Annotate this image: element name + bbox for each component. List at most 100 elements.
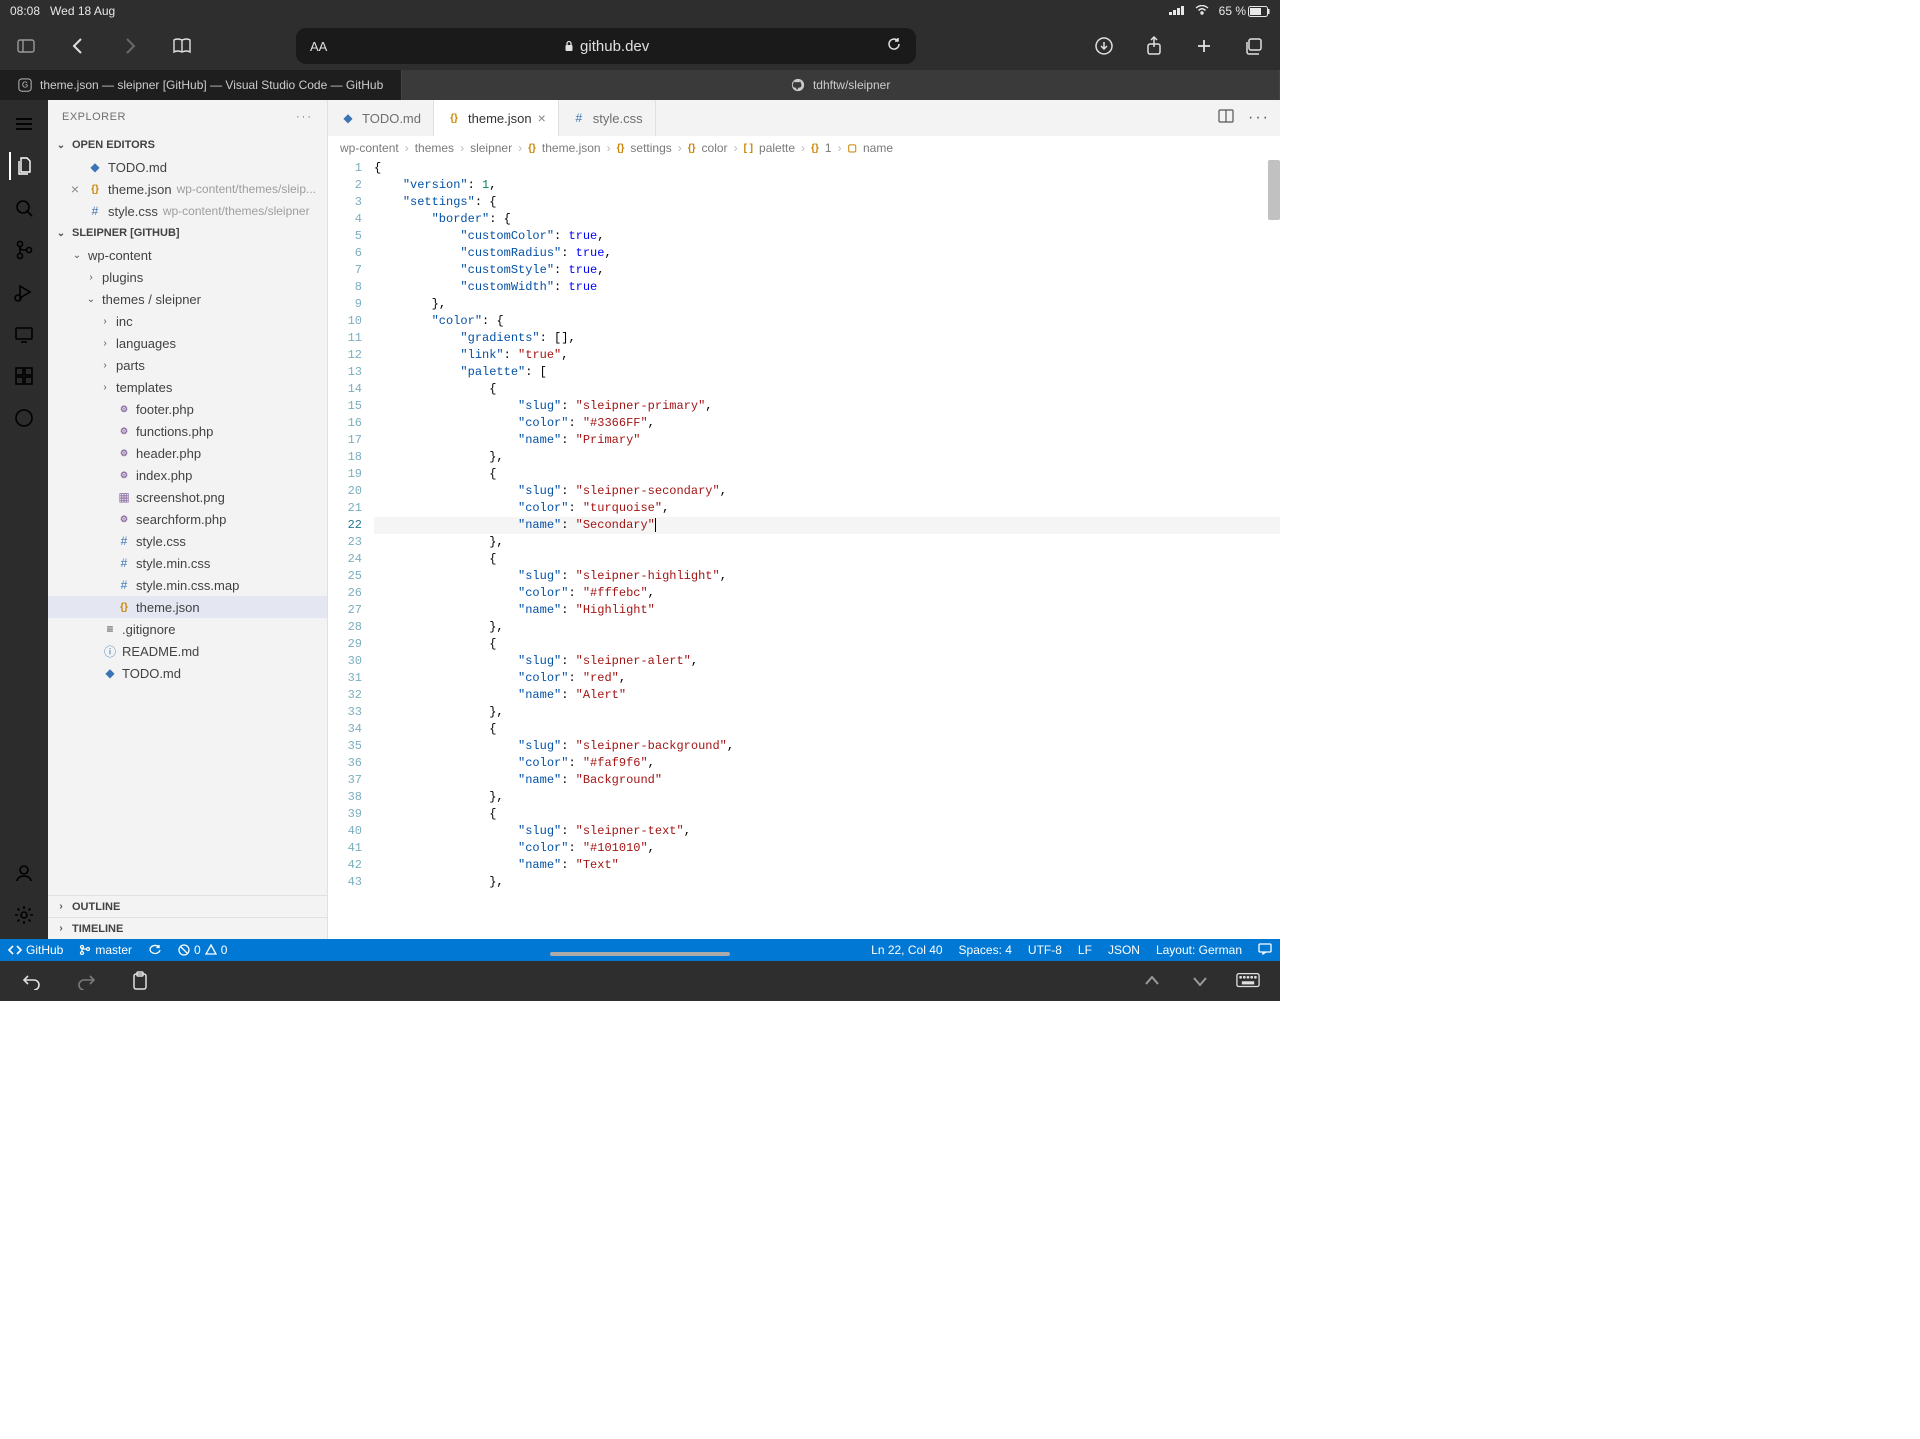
code-line[interactable]: "slug": "sleipner-highlight", xyxy=(374,568,1280,585)
code-line[interactable]: }, xyxy=(374,704,1280,721)
language-status[interactable]: JSON xyxy=(1100,943,1148,957)
run-debug-icon[interactable] xyxy=(10,278,38,306)
browser-tab-active[interactable]: G theme.json — sleipner [GitHub] — Visua… xyxy=(0,70,402,100)
remote-status-icon[interactable]: GitHub xyxy=(0,939,71,961)
folder-item[interactable]: ⌄wp-content xyxy=(48,244,327,266)
file-item[interactable]: ⚙header.php xyxy=(48,442,327,464)
eol-status[interactable]: LF xyxy=(1070,943,1100,957)
breadcrumb-segment[interactable]: themes xyxy=(415,141,454,155)
problems-status[interactable]: 0 0 xyxy=(170,939,235,961)
code-line[interactable]: { xyxy=(374,381,1280,398)
sync-icon[interactable] xyxy=(140,939,170,961)
editor-tab[interactable]: {}theme.json× xyxy=(434,100,559,136)
file-item[interactable]: #style.css xyxy=(48,530,327,552)
encoding-status[interactable]: UTF-8 xyxy=(1020,943,1070,957)
file-item[interactable]: ≡.gitignore xyxy=(48,618,327,640)
file-item[interactable]: ⚙functions.php xyxy=(48,420,327,442)
layout-status[interactable]: Layout: German xyxy=(1148,943,1250,957)
reload-icon[interactable] xyxy=(886,36,902,56)
back-icon[interactable] xyxy=(66,34,90,58)
settings-gear-icon[interactable] xyxy=(10,901,38,929)
file-item[interactable]: ⚙index.php xyxy=(48,464,327,486)
code-line[interactable]: "version": 1, xyxy=(374,177,1280,194)
editor-tab[interactable]: #style.css xyxy=(559,100,656,136)
breadcrumb-segment[interactable]: palette xyxy=(759,141,795,155)
timeline-header[interactable]: ›TIMELINE xyxy=(48,917,327,939)
code-line[interactable]: "customStyle": true, xyxy=(374,262,1280,279)
code-line[interactable]: "slug": "sleipner-secondary", xyxy=(374,483,1280,500)
find-prev-icon[interactable] xyxy=(1140,969,1164,993)
code-line[interactable]: "customColor": true, xyxy=(374,228,1280,245)
code-line[interactable]: "color": { xyxy=(374,313,1280,330)
menu-icon[interactable] xyxy=(10,110,38,138)
folder-item[interactable]: ›templates xyxy=(48,376,327,398)
code-line[interactable]: "color": "#fffebc", xyxy=(374,585,1280,602)
code-line[interactable]: "border": { xyxy=(374,211,1280,228)
file-item[interactable]: {}theme.json xyxy=(48,596,327,618)
code-line[interactable]: "name": "Alert" xyxy=(374,687,1280,704)
breadcrumb-segment[interactable]: sleipner xyxy=(470,141,512,155)
code-editor[interactable]: 1234567891011121314151617181920212223242… xyxy=(328,160,1280,939)
explorer-icon[interactable] xyxy=(9,152,37,180)
github-activity-icon[interactable] xyxy=(10,404,38,432)
breadcrumb-segment[interactable]: settings xyxy=(630,141,671,155)
code-line[interactable]: "link": "true", xyxy=(374,347,1280,364)
url-bar[interactable]: AA github.dev xyxy=(296,28,916,64)
code-line[interactable]: "customRadius": true, xyxy=(374,245,1280,262)
code-line[interactable]: "name": "Text" xyxy=(374,857,1280,874)
code-line[interactable]: "color": "#faf9f6", xyxy=(374,755,1280,772)
code-line[interactable]: { xyxy=(374,160,1280,177)
breadcrumb-segment[interactable]: name xyxy=(863,141,893,155)
file-item[interactable]: #style.min.css xyxy=(48,552,327,574)
open-editors-header[interactable]: ⌄OPEN EDITORS xyxy=(48,134,327,156)
scrollbar-thumb[interactable] xyxy=(1268,160,1280,220)
folder-item[interactable]: ⌄themes / sleipner xyxy=(48,288,327,310)
folder-item[interactable]: ›plugins xyxy=(48,266,327,288)
new-tab-icon[interactable] xyxy=(1192,34,1216,58)
code-line[interactable]: }, xyxy=(374,789,1280,806)
code-line[interactable]: "color": "red", xyxy=(374,670,1280,687)
more-icon[interactable]: ··· xyxy=(296,111,313,123)
code-line[interactable]: }, xyxy=(374,874,1280,891)
extensions-icon[interactable] xyxy=(10,362,38,390)
remote-icon[interactable] xyxy=(10,320,38,348)
feedback-icon[interactable] xyxy=(1250,943,1280,955)
account-icon[interactable] xyxy=(10,859,38,887)
file-item[interactable]: #style.min.css.map xyxy=(48,574,327,596)
keyboard-icon[interactable] xyxy=(1236,969,1260,993)
close-icon[interactable]: × xyxy=(538,110,546,126)
code-line[interactable]: "color": "#101010", xyxy=(374,840,1280,857)
find-next-icon[interactable] xyxy=(1188,969,1212,993)
breadcrumb-segment[interactable]: theme.json xyxy=(542,141,601,155)
cursor-position[interactable]: Ln 22, Col 40 xyxy=(863,943,950,957)
share-icon[interactable] xyxy=(1142,34,1166,58)
forward-icon[interactable] xyxy=(118,34,142,58)
code-line[interactable]: "settings": { xyxy=(374,194,1280,211)
code-line[interactable]: }, xyxy=(374,619,1280,636)
code-line[interactable]: "name": "Highlight" xyxy=(374,602,1280,619)
code-line[interactable]: }, xyxy=(374,449,1280,466)
code-line[interactable]: "gradients": [], xyxy=(374,330,1280,347)
split-editor-icon[interactable] xyxy=(1218,109,1234,128)
code-line[interactable]: { xyxy=(374,551,1280,568)
source-control-icon[interactable] xyxy=(10,236,38,264)
code-line[interactable]: "name": "Background" xyxy=(374,772,1280,789)
book-icon[interactable] xyxy=(170,34,194,58)
branch-status[interactable]: master xyxy=(71,939,140,961)
search-icon[interactable] xyxy=(10,194,38,222)
code-line[interactable]: "slug": "sleipner-primary", xyxy=(374,398,1280,415)
clipboard-icon[interactable] xyxy=(128,969,152,993)
text-size-icon[interactable]: AA xyxy=(310,39,327,54)
tabs-icon[interactable] xyxy=(1242,34,1266,58)
outline-header[interactable]: ›OUTLINE xyxy=(48,895,327,917)
editor-tab[interactable]: ◆TODO.md xyxy=(328,100,434,136)
folder-item[interactable]: ›languages xyxy=(48,332,327,354)
download-icon[interactable] xyxy=(1092,34,1116,58)
code-line[interactable]: }, xyxy=(374,534,1280,551)
code-line[interactable]: "color": "turquoise", xyxy=(374,500,1280,517)
code-line[interactable]: "color": "#3366FF", xyxy=(374,415,1280,432)
code-line[interactable]: "slug": "sleipner-alert", xyxy=(374,653,1280,670)
file-item[interactable]: ◆TODO.md xyxy=(48,662,327,684)
open-editor-item[interactable]: #style.css wp-content/themes/sleipner xyxy=(48,200,327,222)
code-line[interactable]: "palette": [ xyxy=(374,364,1280,381)
